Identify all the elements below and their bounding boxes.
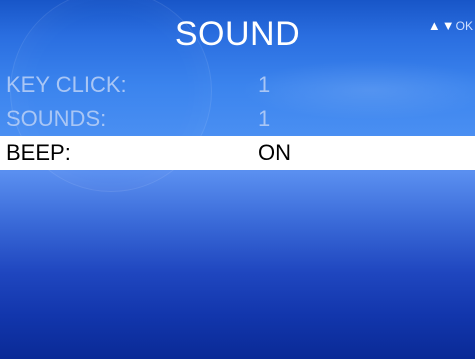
menu-item-key-click[interactable]: KEY CLICK: 1	[0, 68, 475, 102]
menu-item-label: BEEP:	[6, 140, 71, 165]
down-arrow-icon: ▼	[441, 18, 455, 33]
navigation-hint: ▲ ▼ OK	[428, 18, 473, 34]
page-title: SOUND	[174, 15, 301, 53]
menu-item-label: SOUNDS:	[6, 106, 107, 131]
up-arrow-icon: ▲	[427, 18, 441, 33]
menu-item-beep[interactable]: BEEP: ON	[0, 136, 475, 170]
menu-item-value: ON	[258, 140, 291, 165]
menu-item-value: 1	[258, 72, 271, 97]
sound-settings-screen: SOUND ▲ ▼ OK KEY CLICK: 1 SOUNDS: 1 BEEP…	[0, 0, 475, 359]
menu-item-label: KEY CLICK:	[6, 72, 127, 97]
ok-hint-label: OK	[455, 19, 473, 33]
menu-item-value: 1	[258, 106, 271, 131]
header: SOUND ▲ ▼ OK	[0, 0, 475, 64]
menu-item-sounds[interactable]: SOUNDS: 1	[0, 102, 475, 136]
